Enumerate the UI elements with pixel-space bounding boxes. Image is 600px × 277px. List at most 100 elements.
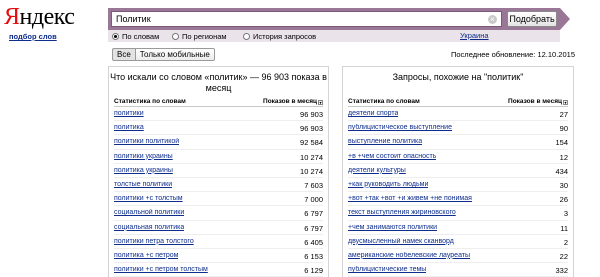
column-phrase-header: Статистика по словам — [114, 98, 186, 105]
region-link[interactable]: Украина — [460, 31, 489, 40]
table-row: двусмысленный намек сканворд 2 — [348, 235, 568, 249]
table-row: политика 96 903 — [114, 121, 323, 136]
impressions-count: 96 903 — [300, 110, 323, 119]
table-row: политики петра толстого 6 405 — [114, 235, 323, 249]
keyword-link[interactable]: публицистические темы — [348, 266, 426, 273]
keyword-link[interactable]: политика украины — [114, 167, 173, 174]
keyword-link[interactable]: социальной политики — [114, 209, 184, 216]
impressions-count: 92 584 — [300, 138, 323, 148]
impressions-count: 3 — [563, 209, 568, 219]
column-count-header[interactable]: Показов в месяц ▾ — [263, 98, 323, 105]
keyword-link[interactable]: политика +с петром — [114, 252, 178, 259]
impressions-count: 6 153 — [304, 251, 323, 261]
search-input[interactable]: Политик × — [111, 11, 502, 27]
impressions-count: 22 — [559, 251, 568, 261]
keyword-link[interactable]: политики петра толстого — [114, 238, 194, 245]
keyword-link[interactable]: +как руководить людьми — [348, 181, 428, 188]
table-row: +в +чем состоит опасность 12 — [348, 150, 568, 164]
table-row: +как руководить людьми 30 — [348, 178, 568, 193]
keyword-link[interactable]: политики +с толстым — [114, 195, 183, 202]
keyword-link[interactable]: политика — [114, 124, 144, 131]
table-row: политики 96 903 — [114, 107, 323, 122]
keyword-link[interactable]: двусмысленный намек сканворд — [348, 238, 454, 245]
radio-by-words[interactable]: По словам — [112, 31, 159, 41]
keyword-link[interactable]: деятели спорта — [348, 110, 398, 117]
radio-dot — [172, 32, 179, 40]
keyword-link[interactable]: американские нобелевские лауреаты — [348, 252, 470, 259]
radio-dot — [243, 32, 250, 40]
impressions-count: 27 — [559, 110, 568, 119]
column-header: Статистика по словам Показов в месяц ▾ — [114, 97, 323, 107]
keyword-link[interactable]: +в +чем состоит опасность — [348, 153, 436, 160]
column-count-header[interactable]: Показов в месяц ▾ — [508, 98, 568, 105]
table-row: +вот +так +вот +и живем +не понимая 26 — [348, 192, 568, 207]
impressions-count: 6 405 — [304, 237, 323, 247]
table-row: выступление политика 154 — [348, 135, 568, 150]
search-button[interactable]: Подобрать — [507, 11, 557, 27]
impressions-count: 6 797 — [304, 209, 323, 219]
keyword-link[interactable]: публицистическое выступление — [348, 124, 452, 131]
radio-label: По словам — [122, 31, 160, 41]
keyword-link[interactable]: политики украины — [114, 153, 173, 160]
impressions-count: 96 903 — [300, 124, 323, 134]
radio-by-regions[interactable]: По регионам — [172, 31, 227, 41]
table-row: политика +с петром 6 153 — [114, 249, 323, 264]
impressions-count: 154 — [555, 138, 568, 148]
keyword-link[interactable]: политики +с петром толстым — [114, 266, 208, 273]
left-results-panel: Что искали со словом «политик» — 96 903 … — [108, 66, 329, 277]
table-row: социальной политики 6 797 — [114, 206, 323, 221]
table-row: деятели культуры 434 — [348, 164, 568, 178]
impressions-count: 7 000 — [304, 195, 323, 205]
keyword-link[interactable]: выступление политика — [348, 138, 422, 145]
column-phrase-header: Статистика по словам — [348, 98, 420, 105]
table-row: политики +с петром толстым 6 129 — [114, 263, 323, 277]
table-row: деятели спорта 27 — [348, 107, 568, 122]
table-row: американские нобелевские лауреаты 22 — [348, 249, 568, 264]
impressions-count: 434 — [555, 166, 568, 176]
table-row: текст выступления жириновского 3 — [348, 206, 568, 221]
table-row: публицистические темы 332 — [348, 263, 568, 277]
impressions-count: 332 — [555, 266, 568, 276]
impressions-count: 10 274 — [300, 152, 323, 162]
impressions-count: 11 — [560, 223, 568, 233]
keyword-link[interactable]: политики политикой — [114, 138, 179, 145]
device-toggle: Все Только мобильные — [112, 48, 215, 61]
keyword-link[interactable]: текст выступления жириновского — [348, 209, 456, 216]
radio-dot-selected — [112, 32, 119, 40]
sort-icon[interactable]: ▾ — [563, 100, 568, 105]
table-row: политики украины 10 274 — [114, 150, 323, 164]
search-mode-options: По словам По регионам История запросов — [108, 30, 560, 42]
yandex-logo[interactable]: Яндекс подбор слов — [4, 3, 75, 43]
table-row: политики +с толстым 7 000 — [114, 192, 323, 207]
keyword-link[interactable]: деятели культуры — [348, 167, 406, 174]
column-header: Статистика по словам Показов в месяц ▾ — [348, 97, 568, 107]
table-row: политика украины 10 274 — [114, 164, 323, 178]
table-row: социальная политика 6 797 — [114, 221, 323, 235]
impressions-count: 2 — [563, 237, 568, 247]
panel-title: Запросы, похожие на "политик" — [392, 72, 524, 82]
impressions-count: 6 797 — [304, 223, 323, 233]
impressions-count: 26 — [559, 195, 568, 205]
impressions-count: 90 — [559, 124, 568, 134]
radio-history[interactable]: История запросов — [243, 31, 316, 41]
keyword-link[interactable]: политики — [114, 110, 144, 117]
right-results-panel: Запросы, похожие на "политик" Статистика… — [342, 66, 574, 277]
table-row: политики политикой 92 584 — [114, 135, 323, 150]
radio-label: История запросов — [253, 31, 317, 41]
wordstat-link[interactable]: подбор слов — [9, 32, 57, 41]
toggle-all[interactable]: Все — [112, 48, 136, 61]
table-row: +чем занимаются политики 11 — [348, 221, 568, 235]
search-bar: Политик × Подобрать — [108, 8, 570, 30]
logo-text: Яндекс — [4, 4, 75, 30]
sort-icon[interactable]: ▾ — [318, 100, 323, 105]
impressions-count: 6 129 — [304, 266, 323, 276]
keyword-link[interactable]: толстые политики — [114, 181, 172, 188]
toggle-mobile-only[interactable]: Только мобильные — [135, 48, 215, 61]
keyword-link[interactable]: +вот +так +вот +и живем +не понимая — [348, 195, 472, 202]
impressions-count: 10 274 — [300, 166, 323, 176]
keyword-link[interactable]: социальная политика — [114, 224, 184, 231]
clear-icon[interactable]: × — [488, 15, 497, 24]
table-row: толстые политики 7 603 — [114, 178, 323, 193]
keyword-link[interactable]: +чем занимаются политики — [348, 224, 437, 231]
impressions-count: 30 — [559, 180, 568, 190]
